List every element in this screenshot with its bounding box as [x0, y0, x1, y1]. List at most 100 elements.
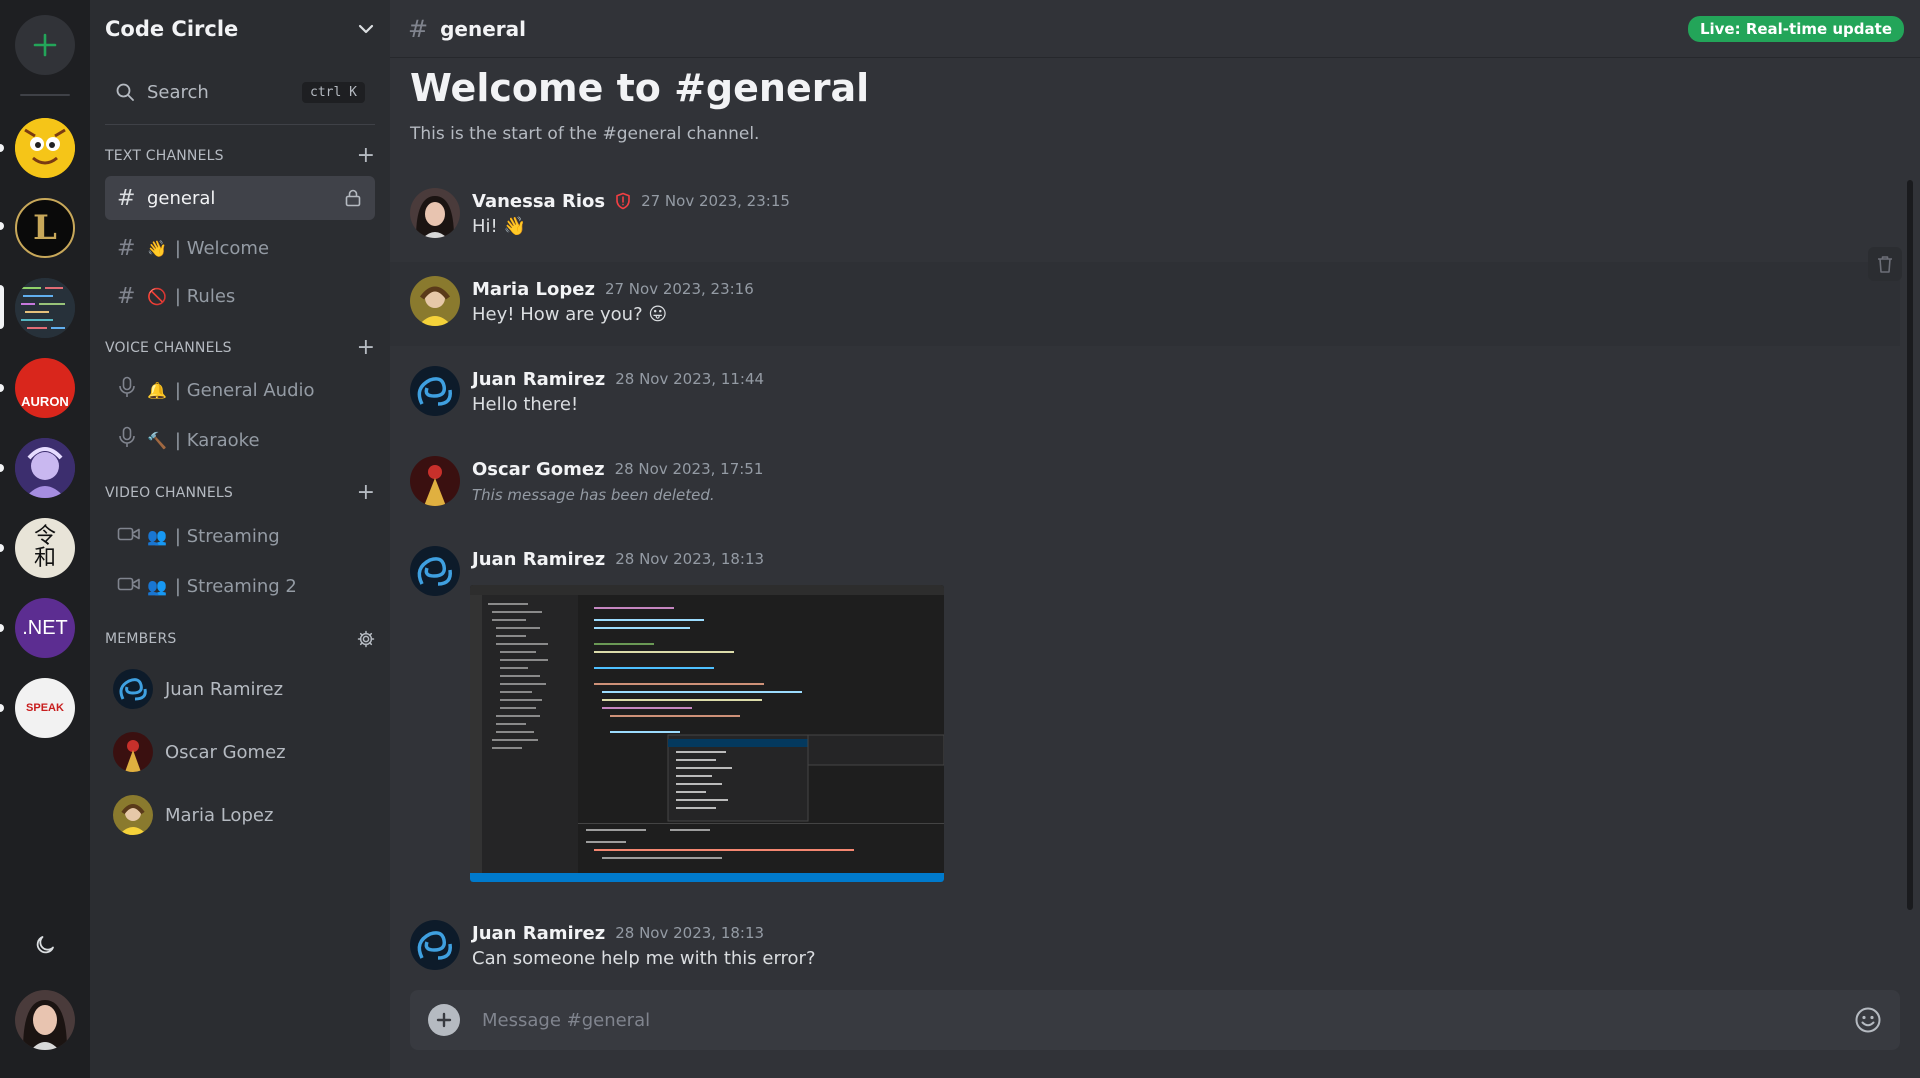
divider	[105, 124, 375, 125]
message-item[interactable]: Juan Ramirez 28 Nov 2023, 18:13	[390, 546, 1900, 596]
message-item[interactable]: Vanessa Rios 27 Nov 2023, 23:15 Hi! 👋	[390, 178, 1900, 248]
channel-label: general	[147, 187, 216, 209]
server-unread-pip	[0, 222, 4, 230]
chat-scrollbar[interactable]	[1906, 62, 1914, 962]
prohibited-icon: 🚫	[147, 286, 167, 306]
channel-general-audio[interactable]: 🔔 | General Audio	[105, 368, 375, 412]
avatar	[410, 456, 460, 506]
channel-sidebar: Code Circle Search ctrl K TEXT CHANNELS …	[90, 0, 390, 1078]
plus-icon	[436, 1012, 452, 1028]
avatar	[410, 188, 460, 238]
avatar	[410, 276, 460, 326]
bell-icon: 🔔	[147, 380, 167, 400]
message-timestamp: 28 Nov 2023, 18:13	[615, 550, 765, 568]
hash-icon: #	[117, 185, 136, 211]
avatar	[410, 366, 460, 416]
message-text: Hello there!	[472, 394, 579, 415]
section-title: VOICE CHANNELS	[105, 340, 232, 356]
hash-icon: #	[117, 235, 136, 261]
message-author[interactable]: Juan Ramirez	[472, 549, 605, 570]
message-item[interactable]: Maria Lopez 27 Nov 2023, 23:16 Hey! How …	[390, 262, 1900, 346]
emoji-picker-button[interactable]	[1854, 1006, 1882, 1034]
server-icon-5[interactable]	[15, 438, 75, 498]
code-texture-icon	[15, 278, 75, 338]
avatar	[113, 669, 153, 709]
guild-header-button[interactable]: Code Circle	[90, 0, 390, 58]
moon-icon	[36, 936, 54, 954]
server-icon-7[interactable]: .NET	[15, 598, 75, 658]
people-icon: 👥	[147, 526, 167, 546]
message-item[interactable]: Juan Ramirez 28 Nov 2023, 18:13 Can some…	[390, 920, 1900, 980]
message-author[interactable]: Maria Lopez	[472, 279, 595, 300]
server-icon-4[interactable]: AURON	[15, 358, 75, 418]
server-icon-8[interactable]: SPEAK	[15, 678, 75, 738]
hammer-icon: 🔨	[147, 430, 167, 450]
smiley-icon	[1855, 1007, 1881, 1033]
message-timestamp: 28 Nov 2023, 11:44	[615, 370, 765, 388]
channel-label: | General Audio	[174, 379, 315, 401]
delete-message-button[interactable]	[1868, 247, 1902, 281]
server-icon-6[interactable]: 令和	[15, 518, 75, 578]
channel-rules[interactable]: # 🚫 | Rules	[105, 274, 375, 318]
current-user-avatar[interactable]	[15, 990, 75, 1050]
channel-welcome[interactable]: # 👋 | Welcome	[105, 226, 375, 270]
add-server-button[interactable]	[15, 15, 75, 75]
attach-file-button[interactable]	[428, 1004, 460, 1036]
add-video-channel-button[interactable]: +	[357, 482, 375, 504]
message-timestamp: 28 Nov 2023, 17:51	[614, 460, 764, 478]
theme-toggle-button[interactable]	[30, 930, 60, 960]
video-camera-icon	[117, 524, 147, 549]
server-icon-3[interactable]	[15, 278, 75, 338]
deleted-message-notice: This message has been deleted.	[472, 486, 715, 504]
search-button[interactable]: Search ctrl K	[105, 72, 375, 112]
channel-title: general	[440, 16, 527, 41]
member-item-oscar-gomez[interactable]: Oscar Gomez	[105, 727, 375, 777]
search-icon	[116, 83, 134, 101]
server-unread-pip	[0, 144, 4, 152]
image-attachment[interactable]	[470, 585, 944, 882]
gear-icon[interactable]	[357, 630, 375, 648]
server-glyph: AURON	[21, 393, 69, 409]
anime-character-icon	[15, 438, 75, 498]
member-name: Juan Ramirez	[165, 678, 284, 700]
member-item-maria-lopez[interactable]: Maria Lopez	[105, 790, 375, 840]
member-name: Maria Lopez	[165, 804, 274, 826]
server-unread-pip	[0, 624, 4, 632]
message-text: Hey! How are you? 😛	[472, 304, 668, 325]
live-status-badge: Live: Real-time update	[1687, 16, 1904, 42]
add-voice-channel-button[interactable]: +	[357, 337, 375, 359]
trash-icon	[1878, 256, 1892, 273]
message-text: Hi! 👋	[472, 216, 526, 237]
message-author[interactable]: Juan Ramirez	[472, 369, 605, 390]
search-shortcut: ctrl K	[302, 81, 365, 103]
server-icon-1[interactable]	[15, 118, 75, 178]
message-author[interactable]: Oscar Gomez	[472, 459, 605, 480]
message-author[interactable]: Juan Ramirez	[472, 923, 605, 944]
message-author[interactable]: Vanessa Rios	[472, 191, 605, 212]
channel-topbar: # general Live: Real-time update	[390, 0, 1920, 58]
app-window: L AURON 令和 .NET SPEAK Code Circle Search…	[0, 0, 1920, 1078]
code-screenshot-image	[470, 585, 944, 882]
members-header: MEMBERS	[105, 627, 375, 651]
section-title: TEXT CHANNELS	[105, 148, 224, 164]
channel-karaoke[interactable]: 🔨 | Karaoke	[105, 418, 375, 462]
member-item-juan-ramirez[interactable]: Juan Ramirez	[105, 664, 375, 714]
message-input[interactable]	[482, 1009, 1842, 1031]
server-unread-pip	[0, 464, 4, 472]
channel-general[interactable]: # general	[105, 176, 375, 220]
server-icon-2[interactable]: L	[15, 198, 75, 258]
add-text-channel-button[interactable]: +	[357, 145, 375, 167]
message-item[interactable]: Oscar Gomez 28 Nov 2023, 17:51 This mess…	[390, 456, 1900, 516]
message-item[interactable]: Juan Ramirez 28 Nov 2023, 11:44 Hello th…	[390, 366, 1900, 426]
scrollbar-thumb[interactable]	[1907, 180, 1913, 910]
channel-streaming-2[interactable]: 👥 | Streaming 2	[105, 564, 375, 608]
microphone-icon	[117, 426, 147, 454]
avatar	[410, 920, 460, 970]
guild-name: Code Circle	[105, 17, 239, 41]
member-name: Oscar Gomez	[165, 741, 286, 763]
channel-streaming[interactable]: 👥 | Streaming	[105, 514, 375, 558]
shield-icon	[615, 192, 631, 210]
lock-icon[interactable]	[343, 188, 363, 208]
chat-main: # general Live: Real-time update Welcome…	[390, 0, 1920, 1078]
avatar	[15, 990, 75, 1050]
